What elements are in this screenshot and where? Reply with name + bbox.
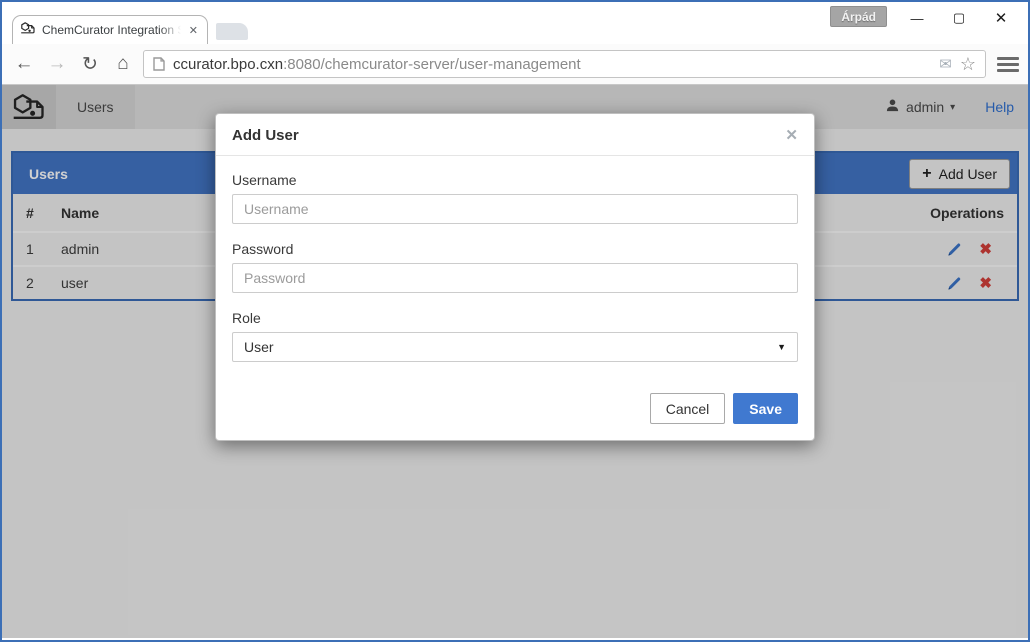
browser-titlebar: ChemCurator Integration S ✕ Árpád — ▢ ✕ (2, 2, 1028, 44)
password-field-group: Password (232, 241, 798, 293)
username-input[interactable] (232, 194, 798, 224)
tab-close-icon[interactable]: ✕ (187, 24, 200, 37)
chrome-profile-chip[interactable]: Árpád (830, 6, 887, 27)
role-selected-value: User (244, 339, 274, 355)
select-caret-icon: ▼ (777, 342, 786, 352)
browser-tab[interactable]: ChemCurator Integration S ✕ (12, 15, 208, 44)
bookmark-star-icon[interactable]: ☆ (960, 54, 976, 75)
username-label: Username (232, 172, 798, 188)
url-host: ccurator.bpo.cxn (173, 56, 283, 73)
page-icon (153, 57, 165, 71)
modal-footer: Cancel Save (216, 379, 814, 440)
role-label: Role (232, 310, 798, 326)
window-controls: — ▢ ✕ (896, 2, 1022, 34)
minimize-icon[interactable]: — (896, 2, 938, 34)
tab-title: ChemCurator Integration S (42, 23, 181, 37)
modal-body: Username Password Role User ▼ (216, 156, 814, 362)
role-field-group: Role User ▼ (232, 310, 798, 362)
reload-icon[interactable]: ↻ (77, 53, 103, 76)
back-icon[interactable]: ← (11, 53, 37, 75)
add-user-modal: Add User ✕ Username Password Role User ▼ (215, 113, 815, 441)
password-input[interactable] (232, 263, 798, 293)
new-tab-button[interactable] (216, 23, 248, 40)
page-viewport: Users admin ▾ Help Users + Add User (2, 85, 1028, 638)
browser-toolbar: ← → ↻ ⌂ ccurator.bpo.cxn:8080/chemcurato… (2, 44, 1028, 85)
password-label: Password (232, 241, 798, 257)
url-text: ccurator.bpo.cxn:8080/chemcurator-server… (173, 56, 581, 73)
envelope-icon[interactable]: ✉ (939, 55, 952, 73)
home-icon[interactable]: ⌂ (110, 53, 136, 75)
browser-window: ChemCurator Integration S ✕ Árpád — ▢ ✕ … (0, 0, 1030, 642)
cancel-button[interactable]: Cancel (650, 393, 726, 424)
save-button[interactable]: Save (733, 393, 798, 424)
forward-icon[interactable]: → (44, 53, 70, 75)
modal-header: Add User ✕ (216, 114, 814, 156)
role-select[interactable]: User ▼ (232, 332, 798, 362)
modal-title: Add User (232, 127, 299, 144)
maximize-icon[interactable]: ▢ (938, 2, 980, 34)
chrome-menu-icon[interactable] (997, 57, 1019, 72)
address-bar[interactable]: ccurator.bpo.cxn:8080/chemcurator-server… (143, 50, 986, 78)
url-path: :8080/chemcurator-server/user-management (283, 56, 581, 73)
chemcurator-favicon (20, 21, 36, 40)
username-field-group: Username (232, 172, 798, 224)
close-icon[interactable]: ✕ (980, 2, 1022, 34)
modal-close-icon[interactable]: ✕ (785, 126, 798, 144)
